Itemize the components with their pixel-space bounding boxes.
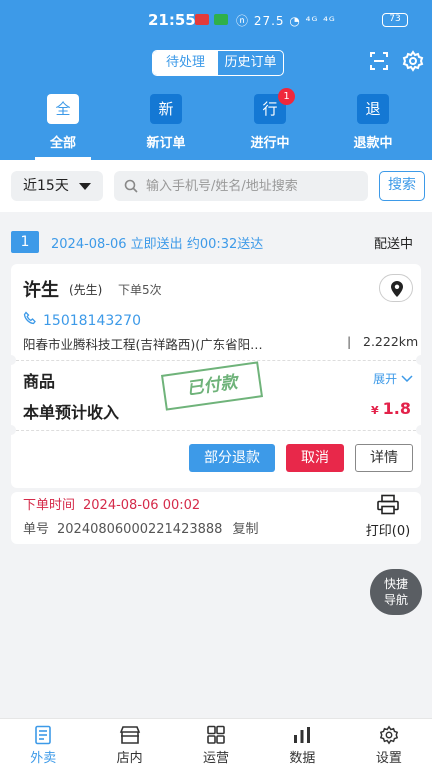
order-count: 下单5次 (118, 283, 162, 297)
order-number-value: 20240806000221423888 (57, 522, 223, 537)
nav-data[interactable]: 数据 (259, 719, 345, 768)
nav-settings-label: 设置 (375, 751, 402, 766)
order-index: 1 (11, 231, 39, 253)
printer-icon (377, 494, 399, 515)
customer-title: (先生) (69, 283, 103, 297)
tab-refunding-label: 退款中 (353, 136, 393, 151)
divider (11, 430, 421, 431)
order-tabs: 全 全部 新 新订单 行 1 进行中 退 退款中 (0, 88, 432, 160)
order-time-value: 2024-08-06 00:02 (83, 498, 201, 513)
status-time: 21:55 (148, 11, 196, 29)
wechat-icon (214, 14, 228, 25)
grid-icon (207, 725, 225, 744)
caret-down-icon (79, 183, 91, 190)
income-value: 1.8 (382, 399, 411, 418)
tab-new-label: 新订单 (146, 136, 186, 151)
customer-phone[interactable]: 15018143270 (23, 311, 141, 329)
address-separator: | (347, 334, 352, 349)
order-card-body[interactable]: 许生 (先生) 下单5次 15018143270 阳春市业腾科技工程(吉祥路西)… (6, 264, 426, 488)
gear-icon[interactable] (402, 50, 424, 72)
card-notch (416, 425, 426, 435)
bar-chart-icon (294, 727, 311, 743)
order-segment-control: 待处理 历史订单 (152, 50, 284, 76)
location-pin-button[interactable] (379, 274, 413, 302)
search-box (114, 171, 368, 201)
tab-all[interactable]: 全 全部 (23, 94, 103, 160)
cancel-order-button[interactable]: 取消 (286, 444, 344, 472)
nav-operations[interactable]: 运营 (173, 719, 259, 768)
battery-icon: 73 (382, 13, 408, 27)
quick-navigation-button[interactable]: 快捷 导航 (370, 569, 422, 615)
expand-label: 展开 (373, 372, 398, 386)
filter-bar: 近15天 搜索 (0, 160, 432, 212)
quick-nav-line2: 导航 (383, 593, 408, 607)
tab-in-progress[interactable]: 行 1 进行中 (230, 88, 310, 151)
goods-label: 商品 (23, 372, 56, 391)
partial-refund-button[interactable]: 部分退款 (189, 444, 275, 472)
order-status: 配送中 (373, 237, 413, 252)
order-number: 单号 20240806000221423888 复制 (23, 518, 258, 537)
divider (11, 360, 421, 361)
nav-store[interactable]: 店内 (86, 719, 172, 768)
search-icon (124, 179, 138, 193)
tab-in-progress-badge: 1 (278, 88, 295, 105)
order-number-label: 单号 (23, 522, 50, 537)
app-notification-icon (195, 14, 209, 25)
tab-all-icon: 全 (47, 94, 79, 124)
tab-all-label: 全部 (49, 136, 76, 151)
search-input[interactable] (146, 171, 360, 201)
bottom-navigation: 外卖 店内 运营 数据 设置 (0, 718, 432, 768)
nav-takeout[interactable]: 外卖 (0, 719, 86, 768)
tab-new-icon: 新 (150, 94, 182, 124)
order-detail-button[interactable]: 详情 (355, 444, 413, 472)
copy-order-number-button[interactable]: 复制 (232, 522, 258, 537)
tab-refunding-icon: 退 (357, 94, 389, 124)
delivery-address: 阳春市业腾科技工程(吉祥路西)(广东省阳… (23, 337, 263, 352)
phone-icon (23, 311, 36, 325)
nav-data-label: 数据 (289, 751, 316, 766)
quick-nav-line1: 快捷 (383, 577, 408, 591)
order-card: 1 2024-08-06 立即送出 约00:32送达 配送中 许生 (先生) 下… (6, 224, 426, 544)
phone-number: 15018143270 (43, 313, 141, 329)
nav-store-label: 店内 (116, 751, 143, 766)
order-card-footer: 下单时间 2024-08-06 00:02 单号 20240806000221423… (11, 492, 421, 544)
header: 21:55 ⓝ 27.5 ◔ ⁴ᴳ ⁴ᴳ 73 待处理 历史订单 全 全部 新 … (0, 0, 432, 160)
store-icon (119, 726, 140, 744)
delivery-plan: 2024-08-06 立即送出 约00:32送达 (51, 237, 264, 252)
nav-settings[interactable]: 设置 (346, 719, 432, 768)
chevron-down-icon (401, 375, 413, 383)
currency-symbol: ¥ (371, 404, 379, 417)
tab-refunding[interactable]: 退 退款中 (333, 94, 413, 151)
gear-icon (379, 725, 398, 745)
date-range-label: 近15天 (23, 178, 69, 194)
nav-takeout-label: 外卖 (30, 751, 57, 766)
scan-icon[interactable] (368, 50, 390, 72)
order-time: 下单时间 2024-08-06 00:02 (23, 494, 200, 513)
card-notch (6, 355, 16, 365)
print-label: 打印(0) (365, 524, 411, 539)
status-bar: 21:55 ⓝ 27.5 ◔ ⁴ᴳ ⁴ᴳ 73 (0, 8, 432, 34)
order-card-header: 1 2024-08-06 立即送出 约00:32送达 配送中 (11, 224, 421, 260)
segment-pending[interactable]: 待处理 (153, 51, 218, 75)
card-notch (6, 425, 16, 435)
segment-history[interactable]: 历史订单 (218, 51, 283, 75)
order-time-label: 下单时间 (23, 498, 76, 513)
status-icons: ⓝ 27.5 ◔ ⁴ᴳ ⁴ᴳ (236, 14, 336, 28)
delivery-distance: 2.222km (363, 334, 419, 349)
date-range-dropdown[interactable]: 近15天 (11, 171, 103, 201)
takeout-icon (35, 725, 52, 745)
expand-goods-button[interactable]: 展开 (373, 370, 413, 387)
search-button[interactable]: 搜索 (379, 171, 425, 201)
nav-operations-label: 运营 (203, 751, 230, 766)
print-button[interactable]: 打印(0) (361, 494, 415, 539)
paid-stamp: 已付款 (160, 361, 264, 411)
customer-name: 许生 (23, 280, 59, 301)
income-label: 本单预计收入 (23, 403, 120, 422)
card-notch (416, 355, 426, 365)
income-amount: ¥1.8 (371, 399, 411, 418)
tab-in-progress-label: 进行中 (250, 136, 290, 151)
tab-new[interactable]: 新 新订单 (126, 94, 206, 151)
map-pin-icon (391, 281, 403, 297)
